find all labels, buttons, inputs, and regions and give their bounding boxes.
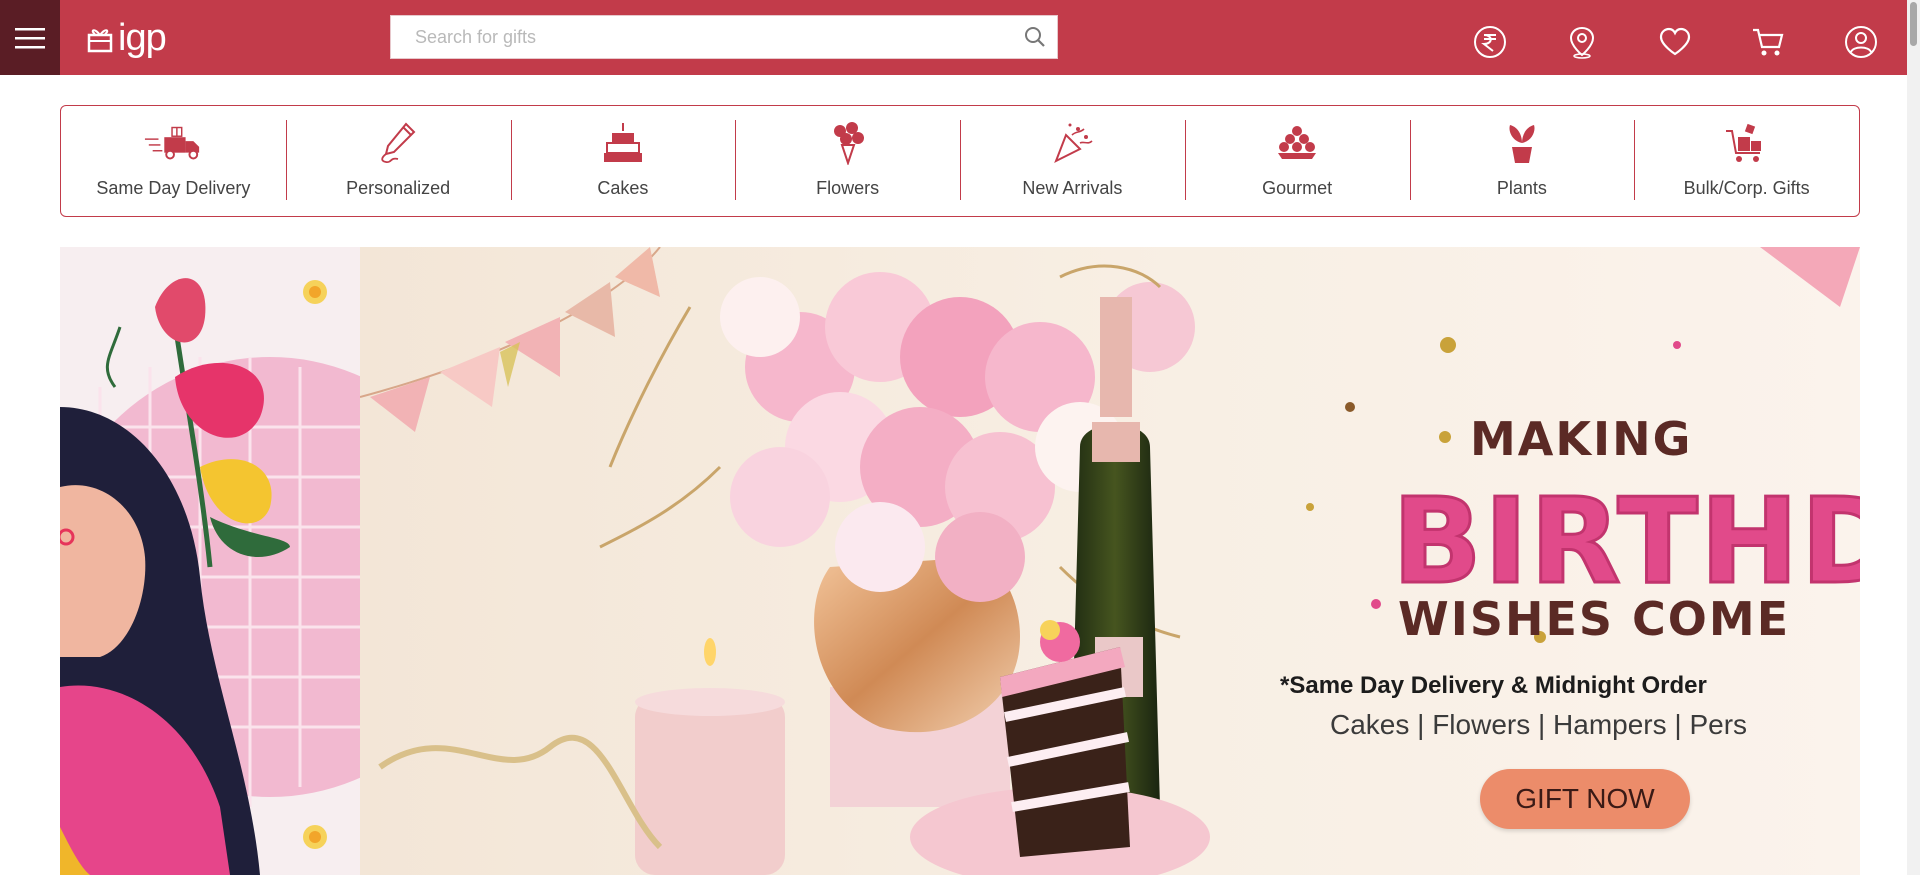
pencil-icon (368, 120, 428, 166)
category-label: Same Day Delivery (96, 178, 251, 198)
igp-logo[interactable]: igp (86, 17, 167, 59)
hamburger-menu-button[interactable] (0, 0, 60, 75)
category-nav: Same Day Delivery Personalized Cakes Flo… (60, 105, 1860, 217)
wishlist-heart-icon[interactable] (1655, 22, 1695, 62)
category-label: Plants (1496, 178, 1547, 198)
page-scrollbar[interactable] (1907, 0, 1920, 875)
location-pin-icon[interactable] (1562, 22, 1602, 62)
category-same-day-delivery[interactable]: Same Day Delivery (61, 106, 286, 216)
category-label: Cakes (597, 178, 649, 198)
category-cakes[interactable]: Cakes (510, 106, 736, 216)
search-bar (390, 15, 1058, 59)
hamburger-icon (15, 27, 45, 48)
top-header: igp (0, 0, 1907, 75)
category-bulk-corp-gifts[interactable]: Bulk/Corp. Gifts (1634, 106, 1859, 216)
category-label: Flowers (816, 178, 880, 198)
party-popper-icon (1042, 120, 1102, 166)
previous-slide-preview (60, 247, 360, 875)
category-plants[interactable]: Plants (1409, 106, 1635, 216)
banner-copy: MAKING BIRTHD WISHES COME *Same Day Deli… (1180, 247, 1860, 875)
gift-now-button[interactable]: GIFT NOW (1480, 769, 1690, 829)
delivery-truck-icon (143, 120, 203, 166)
bouquet-icon (818, 120, 878, 166)
logo-text: igp (118, 17, 167, 59)
search-icon[interactable] (1013, 15, 1057, 59)
cart-icon[interactable] (1748, 22, 1788, 62)
category-gourmet[interactable]: Gourmet (1184, 106, 1410, 216)
category-label: Personalized (346, 178, 451, 198)
search-input[interactable] (391, 16, 1013, 58)
cake-icon (593, 120, 653, 166)
banner-heading-wishes: WISHES COME (1398, 592, 1791, 646)
category-new-arrivals[interactable]: New Arrivals (960, 106, 1185, 216)
sweets-plate-icon (1267, 120, 1327, 166)
woman-flower-illustration (60, 247, 360, 875)
account-icon[interactable] (1841, 22, 1881, 62)
banner-categories-line: Cakes | Flowers | Hampers | Pers (1330, 709, 1748, 740)
banner-heading-birthday: BIRTHD (1391, 471, 1860, 612)
gift-logo-icon (87, 29, 113, 53)
potted-plant-icon (1492, 120, 1552, 166)
category-personalized[interactable]: Personalized (285, 106, 511, 216)
category-flowers[interactable]: Flowers (735, 106, 960, 216)
banner-delivery-note: *Same Day Delivery & Midnight Order (1280, 672, 1707, 699)
scrollbar-thumb[interactable] (1910, 2, 1917, 46)
banner-heading-making: MAKING (1470, 412, 1693, 466)
category-label: New Arrivals (1022, 178, 1123, 198)
hero-banner[interactable]: MAKING BIRTHD WISHES COME *Same Day Deli… (60, 247, 1860, 875)
category-label: Bulk/Corp. Gifts (1683, 178, 1810, 198)
category-label: Gourmet (1262, 178, 1333, 198)
currency-rupee-icon[interactable] (1470, 22, 1510, 62)
gift-cart-icon (1717, 120, 1777, 166)
